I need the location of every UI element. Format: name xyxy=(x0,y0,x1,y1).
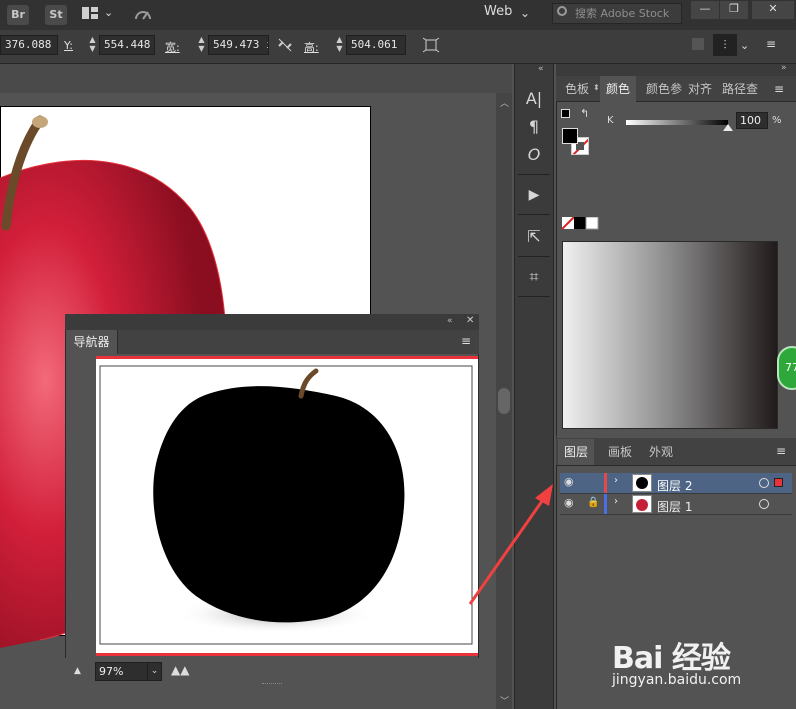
close-icon[interactable]: ✕ xyxy=(466,315,474,326)
stock-app-icon[interactable]: St xyxy=(45,5,67,25)
layer-color-bar xyxy=(604,473,607,493)
y-stepper[interactable]: ▲ ▼ xyxy=(87,35,98,55)
chevron-down-icon[interactable]: ⌄ xyxy=(147,662,162,681)
swap-colors-icon[interactable]: ↰ xyxy=(580,107,589,120)
annotation-arrow xyxy=(465,480,560,610)
transform-icon[interactable] xyxy=(422,37,440,56)
resize-grip[interactable] xyxy=(262,683,282,686)
target-circle-icon[interactable] xyxy=(759,499,769,509)
panel-grip xyxy=(556,64,796,76)
panel-menu-icon[interactable]: ≡ xyxy=(774,82,784,96)
paragraph-icon[interactable]: ¶ xyxy=(520,114,548,140)
distribute-icon[interactable]: ⫶ xyxy=(713,34,737,56)
scrollbar-thumb[interactable] xyxy=(498,388,510,414)
collapse-icon[interactable]: » xyxy=(781,63,787,73)
tab-artboards[interactable]: 画板 xyxy=(602,439,638,465)
height-label: 高: xyxy=(304,41,319,54)
zoom-in-icon[interactable]: ▲▲ xyxy=(171,663,189,677)
zoom-out-icon[interactable]: ▲ xyxy=(74,666,81,676)
fill-swatch[interactable] xyxy=(562,128,578,144)
k-unit-label: % xyxy=(772,115,782,126)
selection-indicator[interactable] xyxy=(774,478,783,487)
none-color-swatch[interactable] xyxy=(561,216,600,233)
tab-pathfinder[interactable]: 路径查 xyxy=(716,76,764,102)
tab-swatches[interactable]: 色板 xyxy=(559,76,595,102)
visibility-eye-icon[interactable]: ◉ xyxy=(564,475,574,488)
layer-thumbnail xyxy=(632,474,652,492)
restore-icon[interactable]: ❐ xyxy=(720,1,748,19)
chevron-down-icon[interactable]: ⌄ xyxy=(104,6,113,19)
gpu-performance-icon[interactable] xyxy=(133,5,153,26)
close-icon[interactable]: ✕ xyxy=(752,1,794,19)
collapse-icon[interactable]: « xyxy=(538,64,544,74)
floating-badge[interactable]: 77 xyxy=(777,346,796,390)
divider xyxy=(518,214,550,215)
watermark-url: jingyan.baidu.com xyxy=(612,672,742,688)
artboards-icon[interactable]: ⌗ xyxy=(520,264,548,290)
tab-appearance[interactable]: 外观 xyxy=(643,439,679,465)
tab-navigator[interactable]: 导航器 xyxy=(66,330,118,354)
k-value-field[interactable]: 100 xyxy=(736,112,768,129)
k-slider[interactable] xyxy=(626,120,728,125)
tab-color-guide[interactable]: 颜色参 xyxy=(640,76,688,102)
scroll-down-icon[interactable]: ﹀ xyxy=(500,694,509,707)
divider xyxy=(518,174,550,175)
expand-chevron-icon[interactable]: › xyxy=(614,475,618,486)
navigator-tab-bar xyxy=(118,330,479,354)
panel-menu-icon[interactable]: ≡ xyxy=(461,334,471,348)
menu-icon[interactable]: ≡ xyxy=(766,37,776,51)
align-icon[interactable] xyxy=(692,38,704,50)
y-label: Y: xyxy=(64,39,73,52)
width-field[interactable]: 549.473 ı xyxy=(208,35,269,55)
divider xyxy=(518,296,550,297)
visibility-eye-icon[interactable]: ◉ xyxy=(564,496,574,509)
k-channel-label: K xyxy=(607,115,614,126)
stock-search-input[interactable]: 搜索 Adobe Stock xyxy=(552,3,682,24)
expand-chevron-icon[interactable]: › xyxy=(614,496,618,507)
collapse-icon[interactable]: « xyxy=(447,316,453,326)
width-stepper[interactable]: ▲ ▼ xyxy=(196,35,207,55)
height-stepper[interactable]: ▲ ▼ xyxy=(334,35,345,55)
layer-name[interactable]: 图层 1 xyxy=(657,498,692,515)
height-field[interactable]: 504.061 ı xyxy=(346,35,406,55)
workspace-switcher[interactable]: Web xyxy=(484,4,512,19)
character-icon[interactable]: A| xyxy=(520,86,548,112)
divider xyxy=(518,256,550,257)
panel-grip xyxy=(65,314,479,330)
color-spectrum[interactable] xyxy=(562,241,778,429)
bridge-app-icon[interactable]: Br xyxy=(7,5,29,25)
search-icon xyxy=(557,6,567,16)
opentype-icon[interactable]: O xyxy=(520,142,548,168)
scroll-up-icon[interactable]: ︿ xyxy=(500,96,509,109)
minimize-icon[interactable]: — xyxy=(691,1,719,19)
chevron-down-icon[interactable]: ⌄ xyxy=(740,39,749,52)
panel-menu-icon[interactable]: ≡ xyxy=(776,444,786,458)
chevron-down-icon[interactable]: ⌄ xyxy=(520,6,530,20)
default-colors-icon[interactable] xyxy=(561,109,570,118)
zoom-field[interactable]: 97% xyxy=(95,662,148,681)
tab-color[interactable]: 颜色 xyxy=(600,76,637,102)
tab-layers[interactable]: 图层 xyxy=(558,439,595,465)
layer-color-bar xyxy=(604,494,607,514)
y-position-field[interactable]: 554.448 ı xyxy=(99,35,155,55)
document-tab-strip xyxy=(0,64,512,93)
actions-icon[interactable]: ▶ xyxy=(520,182,548,208)
expand-icon[interactable]: ⬍ xyxy=(593,83,600,92)
target-circle-icon[interactable] xyxy=(759,478,769,488)
k-slider-thumb[interactable] xyxy=(723,124,733,131)
layer-name[interactable]: 图层 2 xyxy=(657,477,692,494)
lock-icon[interactable]: 🔒 xyxy=(587,497,599,508)
x-position-field[interactable]: 376.088 ı xyxy=(0,35,58,55)
constrain-proportions-icon[interactable] xyxy=(277,37,293,56)
tab-align[interactable]: 对齐 xyxy=(682,76,718,102)
watermark-logo: Bai 经验 xyxy=(612,641,731,676)
navigator-preview[interactable] xyxy=(96,356,478,656)
layer-thumbnail xyxy=(632,495,652,513)
width-label: 宽: xyxy=(165,41,180,54)
arrange-documents-icon[interactable] xyxy=(82,7,98,19)
export-icon[interactable]: ⇱ xyxy=(520,224,548,250)
